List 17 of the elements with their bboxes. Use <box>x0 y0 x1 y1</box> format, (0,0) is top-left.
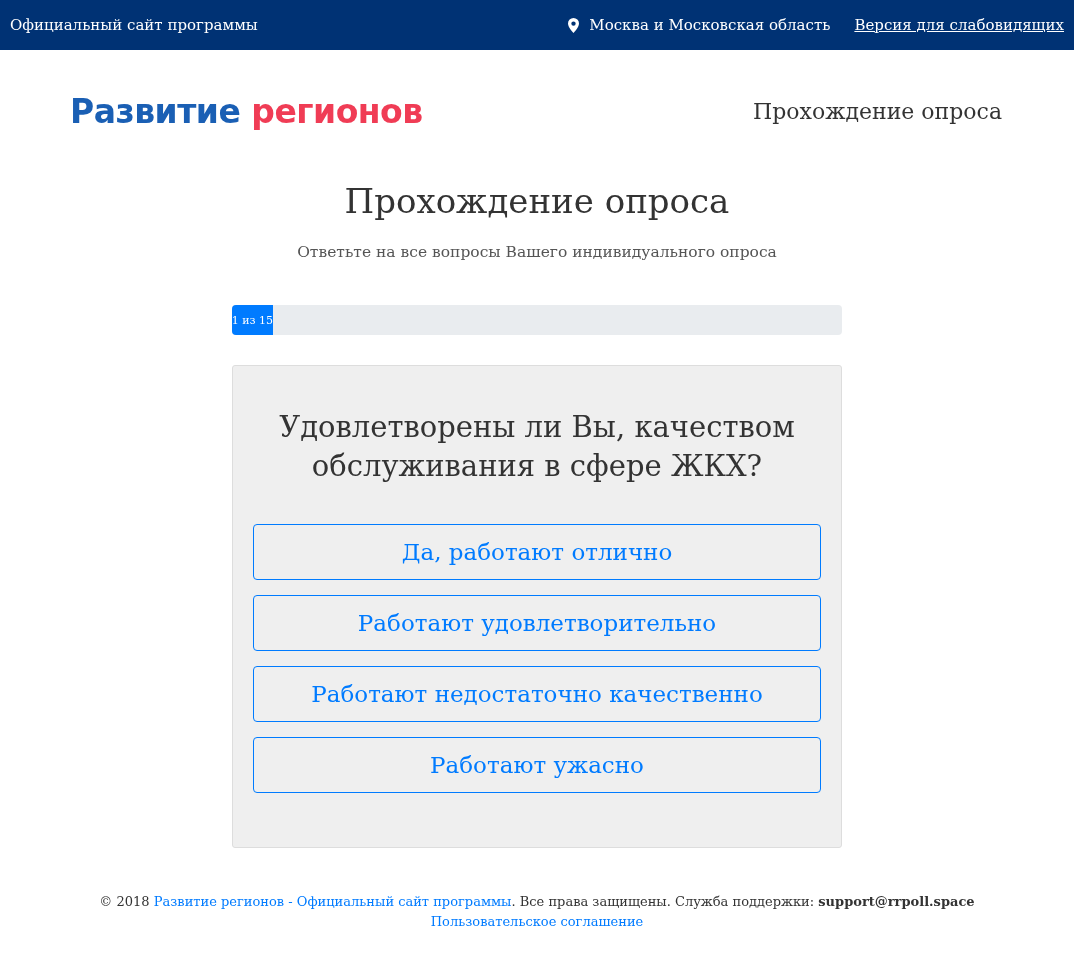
answer-button[interactable]: Работают недостаточно качественно <box>253 666 821 723</box>
location-pin-icon <box>568 17 580 33</box>
progress-fill: 1 из 15 <box>232 305 273 335</box>
agreement-link[interactable]: Пользовательское соглашение <box>430 913 644 929</box>
site-title: Официальный сайт программы <box>10 16 258 34</box>
answer-button[interactable]: Да, работают отлично <box>253 524 821 581</box>
question-text: Удовлетворены ли Вы, качеством обслуживания в сфере ЖКХ? <box>278 409 796 486</box>
answer-button[interactable]: Работают ужасно <box>253 737 821 794</box>
nav-title: Прохождение опроса <box>753 99 1002 124</box>
footer-text: © 2018 Развитие регионов - Официальный сайт программы. Все права защищены. Служба поддержки: support@rrpoll.space <box>98 893 976 912</box>
region-label: Москва и Московская область <box>589 16 831 34</box>
site-link[interactable]: Развитие регионов - Официальный сайт программы <box>153 894 512 910</box>
answer-button[interactable]: Работают удовлетворительно <box>253 595 821 652</box>
page-subtitle: Ответьте на все вопросы Вашего индивидуального опроса <box>296 243 778 261</box>
accessibility-link[interactable]: Версия для слабовидящих <box>854 16 1064 34</box>
page-title: Прохождение опроса <box>343 181 731 221</box>
logo[interactable]: Развитие регионов <box>70 92 423 131</box>
